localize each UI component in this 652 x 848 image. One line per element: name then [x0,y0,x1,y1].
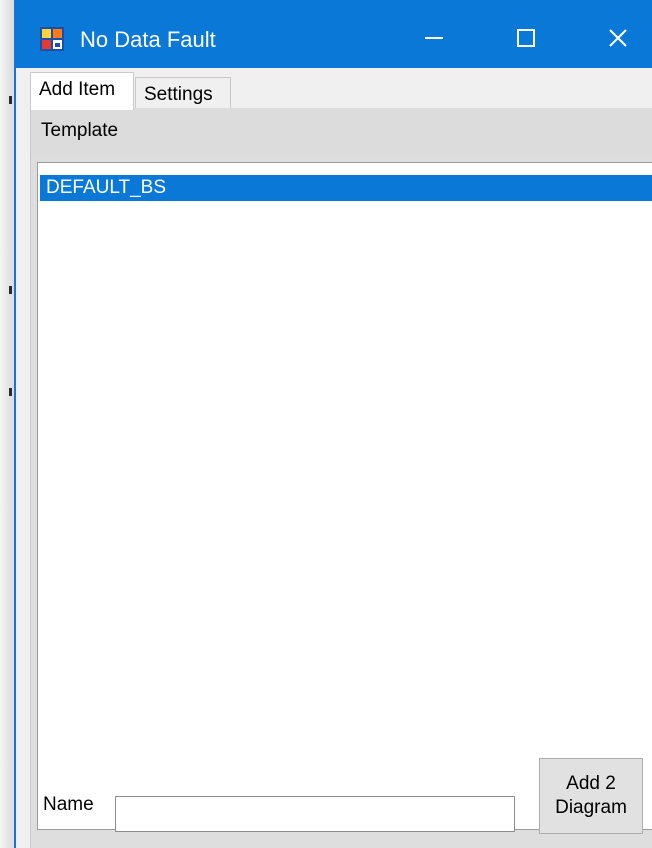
maximize-icon [517,29,535,47]
template-list[interactable]: DEFAULT_BS [37,162,652,830]
desktop-mark [9,286,12,294]
title-bar[interactable]: No Data Fault [16,0,652,68]
minimize-icon [425,37,443,39]
template-header [31,108,652,158]
tab-add-item[interactable]: Add Item [30,72,134,110]
minimize-button[interactable] [406,12,462,64]
name-input[interactable] [115,796,515,832]
desktop-background [0,0,14,848]
app-window-icon [40,27,64,51]
app-window: No Data Fault Add Item Settings Template… [14,0,652,848]
window-title: No Data Fault [80,27,216,52]
maximize-button[interactable] [498,12,554,64]
list-item-default-bs[interactable]: DEFAULT_BS [40,175,652,201]
template-label: Template [41,120,119,141]
close-icon [609,29,627,47]
add-button-line1: Add 2 [566,773,616,794]
close-button[interactable] [590,12,646,64]
add-item-panel: Template DEFAULT_BS Name Add 2 Diagram [30,108,652,848]
name-label: Name [43,794,94,815]
desktop-mark [9,388,12,396]
desktop-mark [9,96,12,104]
tab-strip: Add Item Settings [16,68,652,110]
add-to-diagram-button[interactable]: Add 2 Diagram [539,758,643,834]
tab-settings[interactable]: Settings [135,77,231,110]
add-button-line2: Diagram [555,797,627,818]
